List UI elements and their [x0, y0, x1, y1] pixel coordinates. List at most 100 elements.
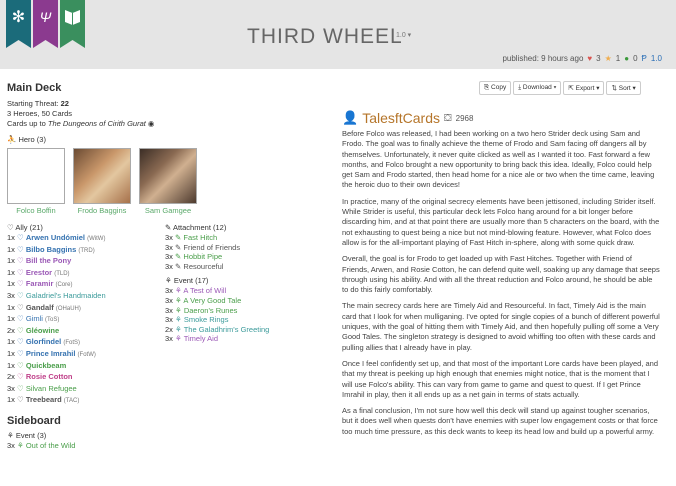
list-item[interactable]: 3x ⚘ Out of the Wild: [7, 441, 323, 451]
card-name[interactable]: The Galadhrim's Greeting: [184, 325, 270, 334]
version-dropdown[interactable]: 1.0 ▾: [396, 31, 411, 39]
hero-card[interactable]: Frodo Baggins: [73, 148, 131, 215]
card-qty: 3x: [165, 252, 173, 262]
list-item[interactable]: 3x ⚘ Daeron's Runes: [165, 306, 323, 316]
attachment-icon: ✎: [165, 223, 172, 232]
card-name[interactable]: Gléowine: [26, 326, 59, 335]
card-name[interactable]: Timely Aid: [184, 334, 218, 343]
hero-name[interactable]: Frodo Baggins: [73, 206, 131, 215]
list-item[interactable]: 3x ⚘ Timely Aid: [165, 334, 323, 344]
card-name[interactable]: Prince Imrahil: [26, 349, 76, 358]
card-name[interactable]: Gimli: [26, 314, 43, 323]
card-name[interactable]: Arwen Undómiel: [26, 233, 85, 242]
card-name[interactable]: Friend of Friends: [183, 243, 240, 252]
list-item[interactable]: 2x ♡ Rosie Cotton: [7, 372, 165, 384]
deck-meta: published: 9 hours ago ♥ 3 ★ 1 ● 0 Ᵽ 1.0: [502, 54, 662, 63]
shield-icon: ♡: [17, 383, 24, 393]
export-button[interactable]: ⇱ Export ▾: [563, 81, 605, 95]
banner-lore-icon[interactable]: [60, 0, 85, 48]
card-qty: 3x: [7, 383, 15, 393]
list-item[interactable]: 1x ♡ Erestor (TLD): [7, 268, 165, 280]
card-name[interactable]: Silvan Refugee: [26, 384, 77, 393]
card-name[interactable]: Quickbeam: [26, 361, 66, 370]
list-item[interactable]: 3x ♡ Galadriel's Handmaiden: [7, 291, 165, 303]
banner-spirit-icon[interactable]: Ψ: [33, 0, 58, 48]
list-item[interactable]: 3x ✎ Friend of Friends: [165, 243, 323, 253]
card-name[interactable]: Daeron's Runes: [184, 306, 238, 315]
card-name[interactable]: Bill the Pony: [26, 256, 71, 265]
attachment-section-label: ✎ Attachment (12): [165, 223, 323, 232]
card-name[interactable]: A Test of Will: [183, 286, 226, 295]
event-icon: ⚘: [165, 276, 172, 286]
description-paragraph: In practice, many of the original secrec…: [342, 196, 660, 247]
list-item[interactable]: 3x ⚘ A Very Good Tale: [165, 296, 323, 306]
card-set: (TLD): [54, 270, 70, 277]
list-item[interactable]: 3x ✎ Fast Hitch: [165, 233, 323, 243]
card-name[interactable]: Galadriel's Handmaiden: [26, 291, 106, 300]
card-name[interactable]: Rosie Cotton: [26, 372, 73, 381]
card-name[interactable]: Bilbo Baggins: [26, 245, 76, 254]
card-name[interactable]: Gandalf: [26, 303, 54, 312]
hero-image[interactable]: [73, 148, 131, 204]
list-item[interactable]: 3x ✎ Resourceful: [165, 262, 323, 272]
shield-icon: ♡: [17, 372, 24, 382]
list-item[interactable]: 1x ♡ Treebeard (TAC): [7, 395, 165, 407]
sort-button[interactable]: ⇅ Sort ▾: [606, 81, 641, 95]
shield-icon: ♡: [17, 256, 24, 266]
shield-icon: ♡: [17, 290, 24, 300]
list-item[interactable]: 2x ⚘ The Galadhrim's Greeting: [165, 325, 323, 335]
card-name[interactable]: Hobbit Pipe: [183, 252, 222, 261]
card-set: (TRD): [78, 247, 95, 254]
card-name[interactable]: Glorfindel: [26, 337, 61, 346]
card-name[interactable]: A Very Good Tale: [183, 296, 241, 305]
list-item[interactable]: 3x ⚘ Smoke Rings: [165, 315, 323, 325]
export-label: Export ▾: [575, 85, 600, 92]
list-item[interactable]: 1x ♡ Arwen Undómiel (WitW): [7, 233, 165, 245]
list-item[interactable]: 2x ♡ Gléowine: [7, 326, 165, 338]
card-name[interactable]: Fast Hitch: [183, 233, 217, 242]
hero-card[interactable]: Folco Boffin: [7, 148, 65, 215]
star-icon[interactable]: ★: [605, 54, 612, 63]
deck-toolbar: ⎘ Copy ⤓ Download ▾ ⇱ Export ▾ ⇅ Sort ▾: [479, 81, 641, 95]
card-name[interactable]: Smoke Rings: [184, 315, 229, 324]
list-item[interactable]: 1x ♡ Glorfindel (FotS): [7, 337, 165, 349]
list-item[interactable]: 3x ✎ Hobbit Pipe: [165, 252, 323, 262]
card-set: (FotW): [77, 351, 96, 358]
hero-name[interactable]: Sam Gamgee: [139, 206, 197, 215]
attachment-icon: ✎: [175, 252, 182, 262]
list-item[interactable]: 3x ♡ Silvan Refugee: [7, 384, 165, 396]
card-qty: 3x: [7, 290, 15, 300]
list-item[interactable]: 1x ♡ Bill the Pony: [7, 256, 165, 268]
list-item[interactable]: 1x ♡ Prince Imrahil (FotW): [7, 349, 165, 361]
export-icon: ⇱: [568, 85, 574, 92]
card-name[interactable]: Resourceful: [183, 262, 223, 271]
hero-name[interactable]: Folco Boffin: [7, 206, 65, 215]
eye-icon[interactable]: ◉: [148, 119, 155, 128]
shield-icon: ♡: [17, 267, 24, 277]
shield-icon: ♡: [17, 348, 24, 358]
card-name[interactable]: Treebeard: [26, 395, 62, 404]
list-item[interactable]: 1x ♡ Gandalf (OHaUH): [7, 303, 165, 315]
list-item[interactable]: 1x ♡ Gimli (ToS): [7, 314, 165, 326]
hero-card[interactable]: Sam Gamgee: [139, 148, 197, 215]
download-button[interactable]: ⤓ Download ▾: [513, 81, 562, 95]
card-name[interactable]: Out of the Wild: [26, 441, 76, 450]
hero-image[interactable]: [139, 148, 197, 204]
list-item[interactable]: 3x ⚘ A Test of Will: [165, 286, 323, 296]
card-name[interactable]: Faramir: [26, 279, 54, 288]
list-item[interactable]: 1x ♡ Faramir (Core): [7, 279, 165, 291]
comment-icon[interactable]: ●: [624, 54, 629, 63]
card-qty: 1x: [7, 360, 15, 370]
deck-title: THIRD WHEEL: [247, 25, 403, 48]
list-item[interactable]: 1x ♡ Quickbeam: [7, 361, 165, 373]
cards-up-to-pack[interactable]: The Dungeons of Cirith Gurat: [48, 119, 146, 128]
list-item[interactable]: 1x ♡ Bilbo Baggins (TRD): [7, 245, 165, 257]
heart-icon[interactable]: ♥: [587, 54, 592, 63]
author-block: 👤 TalesftCards ⛋ 2968: [342, 110, 473, 126]
hero-image[interactable]: [7, 148, 65, 204]
banner-tactics-icon[interactable]: ✻: [6, 0, 31, 48]
copy-button[interactable]: ⎘ Copy: [479, 81, 512, 95]
card-name[interactable]: Erestor: [26, 268, 52, 277]
svg-text:Ψ: Ψ: [40, 9, 52, 25]
author-name[interactable]: TalesftCards: [362, 110, 440, 126]
